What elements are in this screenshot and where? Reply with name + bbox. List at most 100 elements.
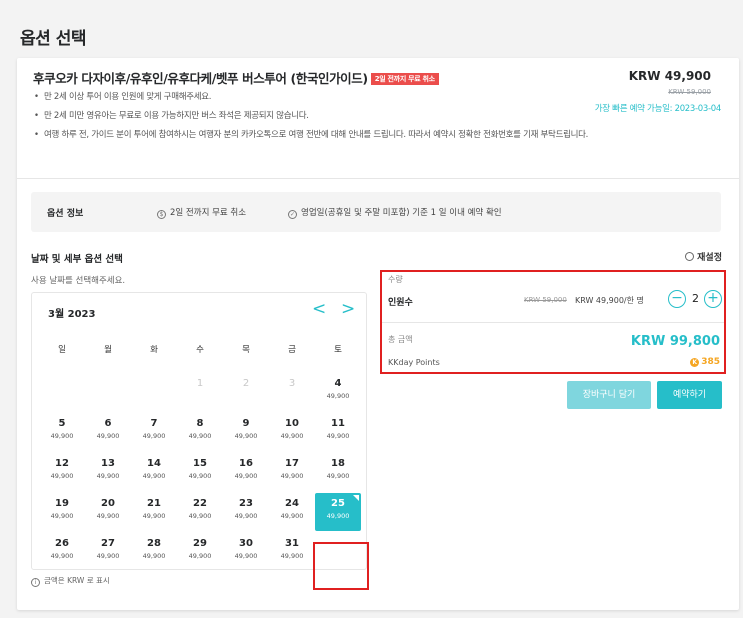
day-price: 49,900 [234,552,258,560]
availability-text: 가장 빠른 예약 가능일: 2023-03-04 [594,104,722,114]
option-card: 후쿠오카 다자이후/유후인/유후다케/벳푸 버스투어 (한국인가이드) 2일 전까… [17,58,739,610]
calendar-day[interactable]: 11 49,900 [315,413,361,451]
day-number: 9 [242,418,250,429]
calendar-day[interactable]: 10 49,900 [269,413,315,451]
date-section-subtitle: 사용 날짜를 선택해주세요. [31,276,126,286]
day-number: 26 [55,538,69,549]
calendar-day[interactable]: 21 49,900 [131,493,177,531]
calendar-day[interactable]: 9 49,900 [223,413,269,451]
day-number: 3 [288,378,296,389]
day-price: 49,900 [50,512,74,520]
day-price: 49,900 [234,472,258,480]
product-title: 후쿠오카 다자이후/유후인/유후다케/벳푸 버스투어 (한국인가이드) 2일 전까… [33,68,439,87]
calendar-day[interactable]: 14 49,900 [131,453,177,491]
day-price: 49,900 [280,472,304,480]
option-info-label: 옵션 정보 [47,209,84,219]
decrease-quantity-button[interactable]: − [668,290,686,308]
coin-icon: K [690,358,700,367]
day-price: 49,900 [50,552,74,560]
day-number: 30 [239,538,253,549]
currency-footnote-text: 금액은 KRW 로 표시 [44,576,110,585]
points-amount: 385 [701,357,720,367]
calendar-day[interactable]: 6 49,900 [85,413,131,451]
day-price: 49,900 [50,472,74,480]
reset-label: 재설정 [697,253,722,263]
day-number: 8 [196,418,204,429]
day-number: 21 [147,498,161,509]
pax-old-price: KRW 59,000 [524,296,567,304]
day-price: 49,900 [96,552,120,560]
calendar-day[interactable]: 7 49,900 [131,413,177,451]
calendar-day[interactable]: 8 49,900 [177,413,223,451]
calendar-day[interactable]: 5 49,900 [39,413,85,451]
product-old-price: KRW 59,000 [668,88,711,96]
option-info-box: 옵션 정보 $2일 전까지 무료 취소 ✓ 영업일(공휴일 및 주말 미포함) 기… [31,192,721,232]
day-number: 27 [101,538,115,549]
day-number: 17 [285,458,299,469]
calendar-day[interactable]: 24 49,900 [269,493,315,531]
confirm-policy-text: 영업일(공휴일 및 주말 미포함) 기준 1 일 이내 예약 확인 [301,208,502,218]
reset-button[interactable]: 재설정 [685,250,722,263]
day-number: 6 [104,418,112,429]
calendar: 3월 2023 < > 일월화수목금토 1 2 3 4 49,900 5 49,900 6 49… [31,292,367,570]
calendar-month: 3월 2023 [48,309,96,320]
calendar-day[interactable]: 17 49,900 [269,453,315,491]
day-number: 10 [285,418,299,429]
calendar-day[interactable]: 16 49,900 [223,453,269,491]
day-price: 49,900 [142,512,166,520]
note-item: 여행 하루 전, 가이드 분이 투어에 참여하시는 여행자 분의 카카오톡으로 … [34,129,594,142]
calendar-day[interactable]: 25 49,900 [315,493,361,531]
page-title: 옵션 선택 [20,29,86,49]
day-price: 49,900 [188,432,212,440]
calendar-day[interactable]: 29 49,900 [177,533,223,571]
calendar-day[interactable]: 18 49,900 [315,453,361,491]
selected-corner-mark [353,495,359,501]
calendar-day[interactable]: 26 49,900 [39,533,85,571]
day-price: 49,900 [96,432,120,440]
calendar-day[interactable]: 27 49,900 [85,533,131,571]
points-label: KKday Points [388,358,440,367]
date-section-title: 날짜 및 세부 옵션 선택 [31,254,123,265]
day-number: 28 [147,538,161,549]
day-price: 49,900 [188,512,212,520]
calendar-day[interactable]: 4 49,900 [315,373,361,411]
book-now-button[interactable]: 예약하기 [657,381,722,409]
calendar-day[interactable]: 30 49,900 [223,533,269,571]
info-icon: i [31,578,40,587]
calendar-day[interactable]: 20 49,900 [85,493,131,531]
total-label: 총 금액 [388,335,413,344]
calendar-day[interactable]: 28 49,900 [131,533,177,571]
product-notes: 만 2세 이상 투어 이용 인원에 맞게 구매해주세요. 만 2세 미만 영유아… [34,91,594,148]
weekday-label: 금 [288,345,296,355]
day-number: 29 [193,538,207,549]
calendar-day[interactable]: 12 49,900 [39,453,85,491]
weekday-label: 월 [104,345,112,355]
day-price: 49,900 [280,552,304,560]
increase-quantity-button[interactable]: + [704,290,722,308]
next-month-button[interactable]: > [341,299,355,319]
day-number: 16 [239,458,253,469]
calendar-day[interactable]: 15 49,900 [177,453,223,491]
quantity-value: 2 [692,292,699,305]
divider [17,178,739,179]
day-price: 49,900 [326,512,350,520]
free-cancel-badge: 2일 전까지 무료 취소 [370,73,439,85]
weekday-label: 일 [58,345,66,355]
calendar-day[interactable]: 13 49,900 [85,453,131,491]
check-circle-icon: ✓ [288,210,297,219]
weekday-label: 토 [334,345,342,355]
day-price: 49,900 [142,552,166,560]
refund-icon: $ [157,210,166,219]
day-number: 31 [285,538,299,549]
pax-label: 인원수 [388,298,413,308]
calendar-day: 2 [223,373,269,411]
day-number: 20 [101,498,115,509]
add-to-cart-button[interactable]: 장바구니 담기 [567,381,651,409]
day-price: 49,900 [280,512,304,520]
calendar-day[interactable]: 19 49,900 [39,493,85,531]
calendar-day[interactable]: 31 49,900 [269,533,315,571]
calendar-day[interactable]: 22 49,900 [177,493,223,531]
calendar-day[interactable]: 23 49,900 [223,493,269,531]
prev-month-button[interactable]: < [312,299,326,319]
weekday-label: 화 [150,345,158,355]
